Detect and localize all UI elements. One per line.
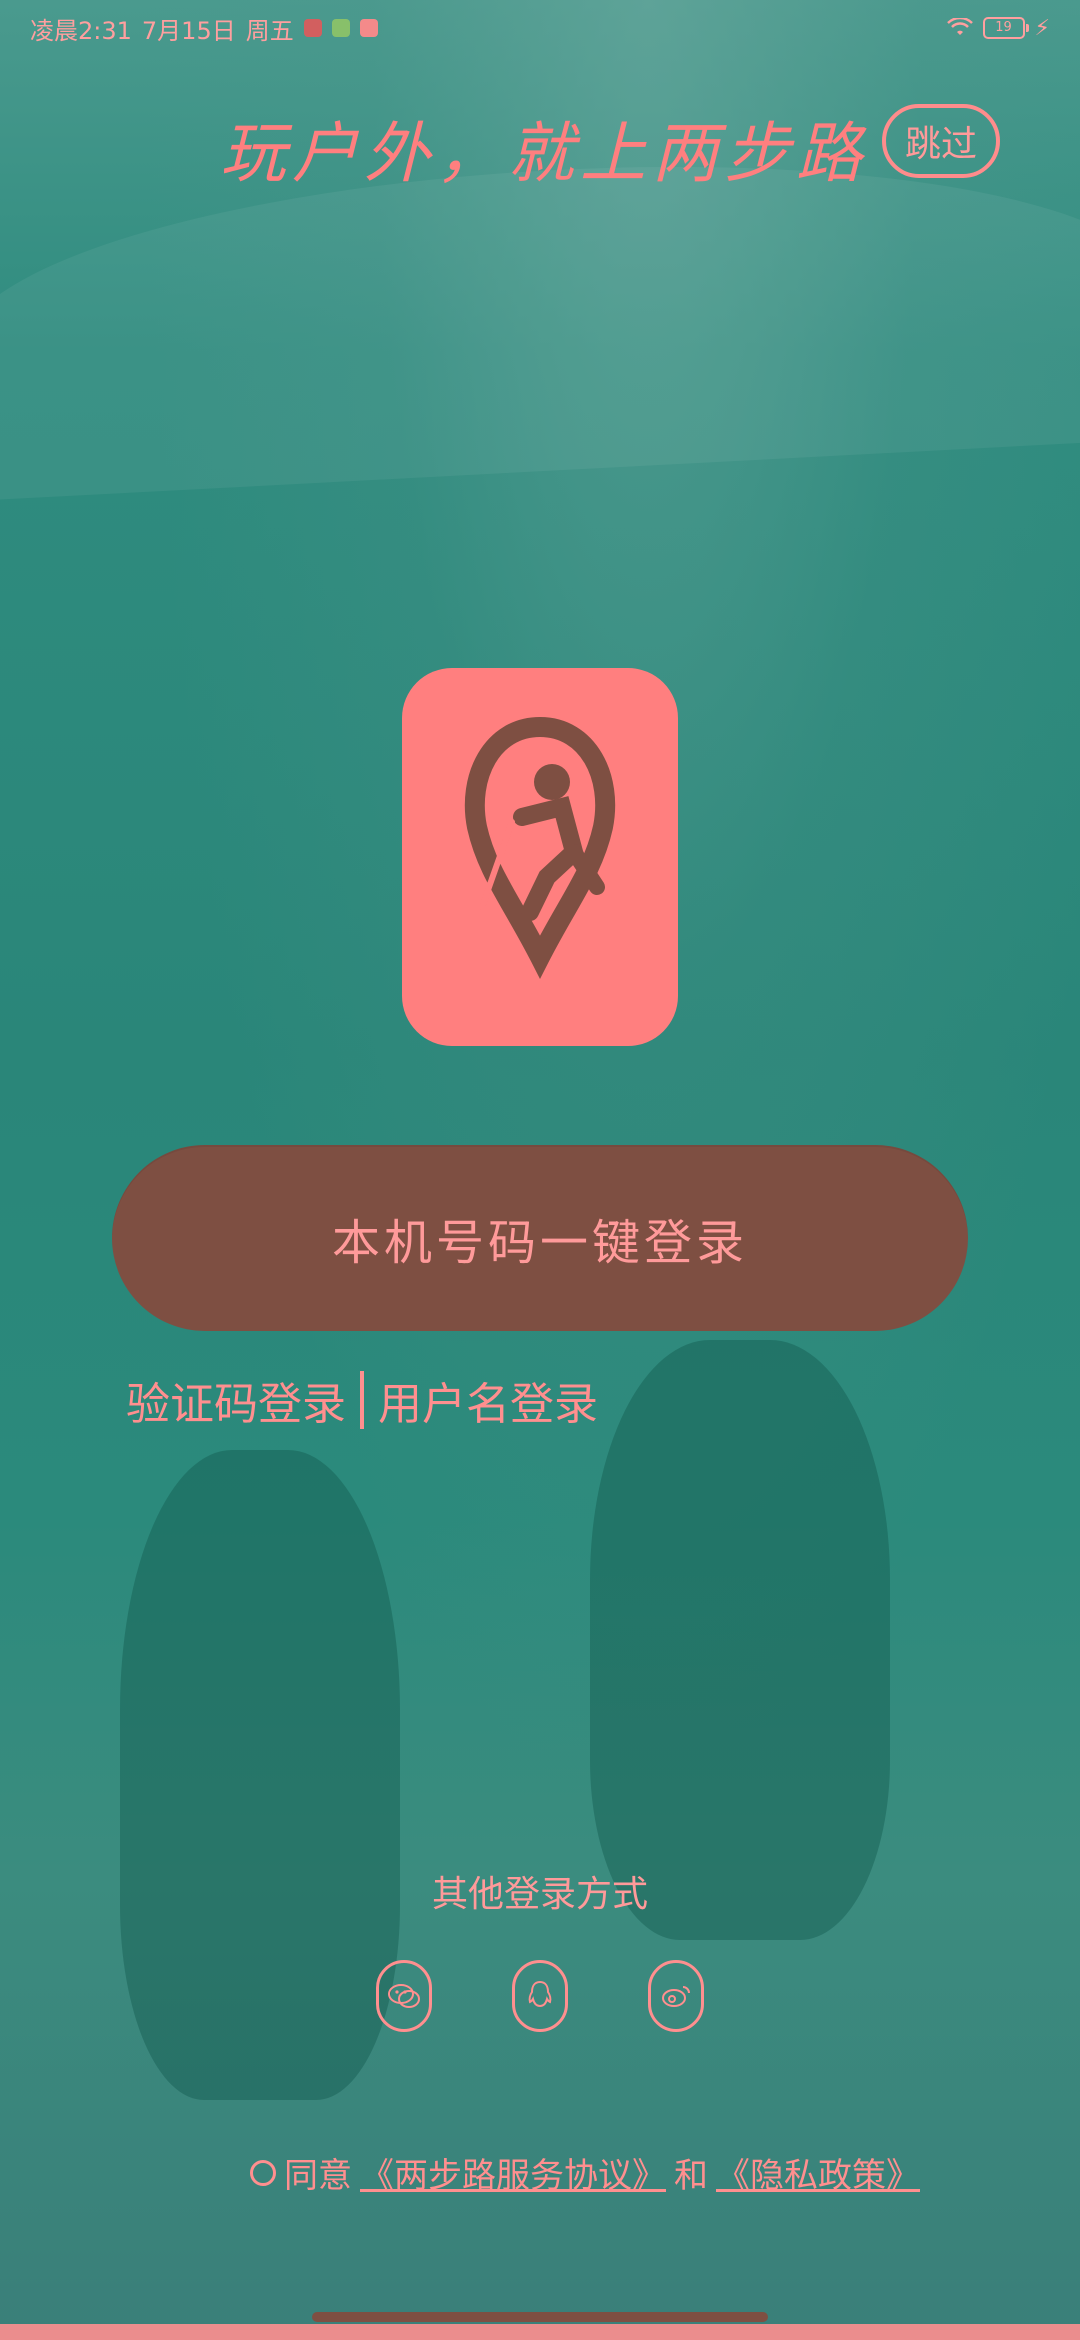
alternate-login-row: 验证码登录 用户名登录 — [126, 1368, 598, 1432]
service-agreement-link[interactable]: 《两步路服务协议》 — [360, 2148, 666, 2197]
hiker-right — [590, 1340, 890, 1940]
agreement-row: 同意 《两步路服务协议》 和 《隐私政策》 — [250, 2148, 920, 2197]
other-login-title: 其他登录方式 — [431, 1874, 648, 1915]
app-notification-icon — [359, 19, 378, 37]
social-login-row — [0, 1960, 1080, 2032]
username-login-link[interactable]: 用户名登录 — [378, 1368, 598, 1432]
status-left: 凌晨2:31 7月15日 周五 — [30, 11, 378, 46]
qq-login-button[interactable] — [512, 1960, 568, 2032]
battery-level: 19 — [995, 20, 1012, 35]
app-logo — [402, 668, 678, 1046]
wechat-icon — [388, 1984, 420, 2008]
slogan-title: 玩户外，就上两步路 — [220, 115, 868, 192]
status-bar: 凌晨2:31 7月15日 周五 19 ⚡ — [0, 0, 1080, 56]
verify-code-login-link[interactable]: 验证码登录 — [126, 1368, 346, 1432]
status-right: 19 ⚡ — [946, 15, 1050, 41]
skip-button[interactable]: 跳过 — [882, 104, 1000, 178]
hiker-pin-icon — [464, 716, 616, 980]
status-weekday: 周五 — [245, 16, 294, 45]
agreement-connector: 和 — [674, 2156, 708, 2196]
one-click-login-button[interactable]: 本机号码一键登录 — [112, 1145, 968, 1331]
app-notification-icon — [303, 19, 322, 37]
privacy-policy-link[interactable]: 《隐私政策》 — [716, 2148, 920, 2197]
agreement-checkbox[interactable] — [250, 2159, 276, 2186]
wifi-icon — [946, 18, 973, 35]
bottom-strip — [0, 2324, 1080, 2340]
weibo-icon — [662, 1986, 690, 2007]
status-time: 凌晨2:31 — [30, 16, 132, 45]
qq-icon — [528, 1980, 552, 2008]
wechat-login-button[interactable] — [376, 1960, 432, 2032]
home-indicator[interactable] — [312, 2312, 768, 2322]
charging-icon: ⚡ — [1034, 15, 1050, 41]
divider — [360, 1371, 364, 1429]
agreement-prefix: 同意 — [284, 2156, 352, 2196]
weibo-login-button[interactable] — [648, 1960, 704, 2032]
status-date: 7月15日 — [141, 16, 236, 45]
app-notification-icon — [331, 19, 350, 37]
battery-icon: 19 — [982, 17, 1029, 39]
